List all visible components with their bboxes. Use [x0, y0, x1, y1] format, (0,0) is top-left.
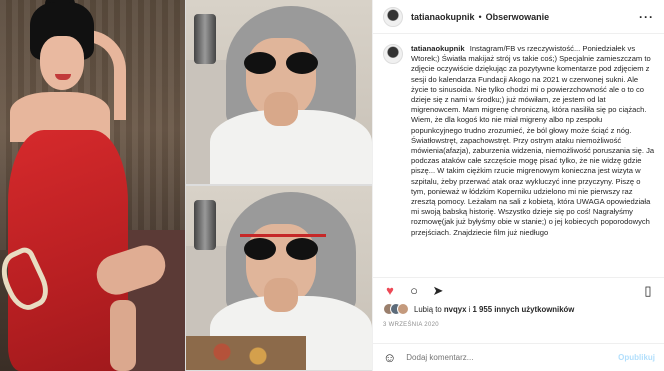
avatar[interactable]	[383, 6, 403, 27]
post-date[interactable]: 3 WRZEŚNIA 2020	[383, 322, 439, 328]
post-caption: tatianaokupnik Instagram/FB vs rzeczywis…	[373, 34, 664, 278]
caption-text: Instagram/FB vs rzeczywistość... Poniedz…	[411, 44, 655, 237]
caption-username-link[interactable]: tatianaokupnik	[411, 44, 465, 53]
like-heart-icon[interactable]: ♥	[383, 284, 397, 298]
header-separator: •	[478, 11, 482, 22]
more-options-icon[interactable]: ···	[639, 10, 654, 24]
likes-text: Lubią to nvqyx i 1 955 innych użytkownik…	[414, 305, 574, 314]
following-button[interactable]: Obserwowanie	[486, 12, 550, 22]
caption-avatar[interactable]	[383, 44, 403, 64]
post-side-panel: tatianaokupnik • Obserwowanie ··· tatian…	[372, 0, 664, 371]
first-liker-link[interactable]: nvqyx	[444, 305, 467, 314]
header-username-link[interactable]: tatianaokupnik	[411, 12, 475, 22]
emoji-icon[interactable]: ☺	[383, 350, 396, 365]
likes-prefix: Lubią to	[414, 304, 442, 314]
comment-input[interactable]	[406, 353, 619, 362]
comment-bar: ☺ Opublikuj	[373, 343, 664, 371]
likes-summary: Lubią to nvqyx i 1 955 innych użytkownik…	[383, 303, 574, 315]
post-actions: ♥ ○ ➤ ▯	[373, 280, 664, 302]
photo-hooded-top	[186, 0, 372, 184]
caption-body: tatianaokupnik Instagram/FB vs rzeczywis…	[411, 44, 655, 277]
likes-count-link[interactable]: 1 955 innych użytkowników	[473, 305, 575, 314]
post-header: tatianaokupnik • Obserwowanie ···	[373, 0, 664, 34]
bookmark-icon[interactable]: ▯	[641, 284, 655, 298]
post-media[interactable]	[0, 0, 372, 371]
comment-icon[interactable]: ○	[407, 284, 421, 298]
share-icon[interactable]: ➤	[431, 284, 445, 298]
likes-and: i	[468, 304, 471, 314]
photo-hooded-bottom	[186, 186, 372, 370]
photo-red-dress	[0, 0, 185, 371]
post-comment-button[interactable]: Opublikuj	[618, 353, 655, 362]
liker-avatar	[397, 303, 409, 315]
